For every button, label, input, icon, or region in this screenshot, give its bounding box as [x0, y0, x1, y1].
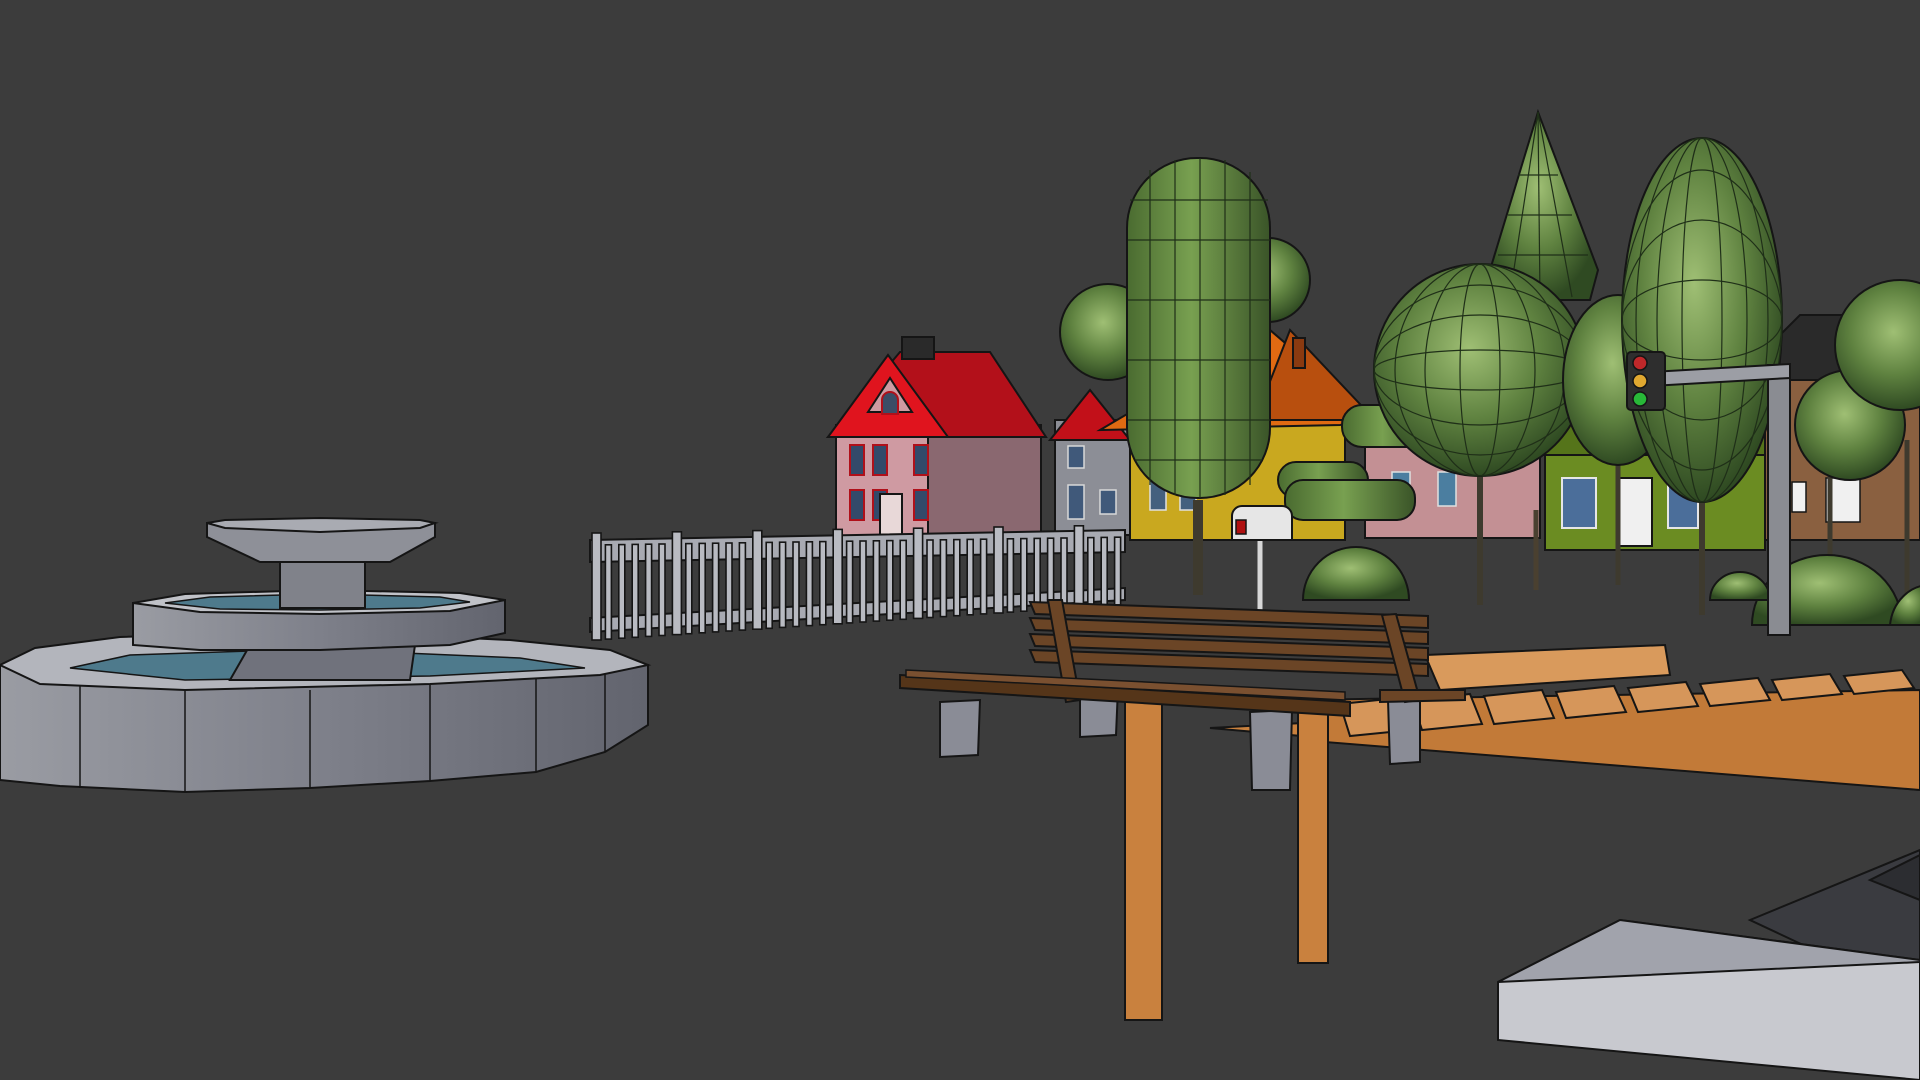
fence-picket [765, 541, 774, 630]
fence-picket [993, 526, 1004, 614]
fence-picket [885, 539, 894, 621]
fence-picket [1046, 537, 1055, 611]
fence-picket [698, 542, 707, 634]
fence-picket [644, 543, 653, 638]
fence-picket [939, 538, 948, 618]
fence-picket [711, 542, 720, 633]
fence-picket [1100, 536, 1108, 607]
fence-picket [1060, 537, 1068, 610]
fence-picket [979, 538, 988, 615]
fence-picket [818, 540, 827, 626]
3d-viewport[interactable] [0, 0, 1920, 1080]
house-red-roof[interactable] [825, 336, 1048, 541]
park-bench[interactable] [899, 599, 1466, 791]
fence-picket [738, 541, 747, 631]
fence-picket [899, 539, 908, 621]
fence-picket [859, 540, 867, 623]
fence-picket [751, 529, 763, 630]
fence-picket [832, 528, 844, 625]
fence-picket [1006, 537, 1015, 613]
pier-plank [1554, 684, 1628, 720]
fence-picket [952, 538, 961, 617]
fence-picket [617, 543, 626, 639]
scene-canvas[interactable] [0, 0, 1920, 1080]
fence-picket [912, 527, 924, 620]
fountain[interactable] [0, 516, 652, 794]
fence-picket [1019, 537, 1028, 612]
stone-block[interactable] [1497, 848, 1920, 1080]
tree-large-sphere[interactable] [1373, 263, 1587, 605]
fence-picket [658, 543, 666, 637]
fence-picket [778, 541, 787, 629]
mailbox[interactable] [1231, 505, 1293, 610]
fence-picket [872, 539, 881, 622]
pier-plank [1698, 676, 1772, 708]
fence-picket [1033, 537, 1041, 612]
fence-picket [1113, 536, 1122, 606]
fence-picket [631, 543, 640, 639]
fence-picket [671, 530, 683, 636]
fence-picket [591, 532, 602, 641]
fence-picket [805, 540, 814, 627]
fence-picket [926, 539, 934, 619]
fence-picket [1087, 536, 1095, 608]
fence-picket [845, 540, 854, 624]
fence-picket [1073, 524, 1085, 609]
fence-picket [792, 541, 800, 628]
fence-picket [966, 538, 975, 616]
fence-picket [604, 543, 613, 640]
fence-picket [684, 542, 693, 635]
red-light-icon [1632, 355, 1648, 371]
pier-plank [1626, 680, 1700, 714]
house-grey[interactable] [1047, 388, 1133, 536]
pier-plank [1482, 688, 1556, 726]
fence-picket [725, 542, 733, 632]
amber-light-icon [1632, 373, 1648, 389]
green-light-icon [1632, 391, 1648, 407]
